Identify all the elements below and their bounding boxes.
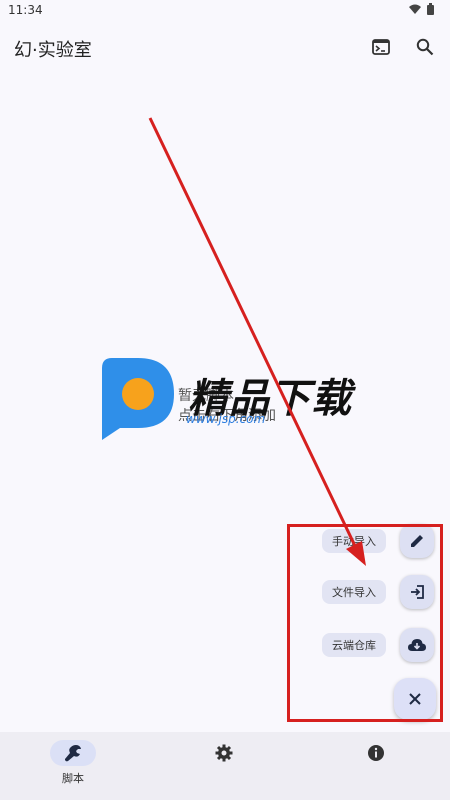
wifi-icon (409, 4, 421, 14)
terminal-icon (372, 39, 390, 55)
status-bar: 11:34 (0, 0, 450, 22)
watermark-url: www.jsp.com (186, 412, 266, 426)
nav-label-scripts: 脚本 (62, 772, 84, 785)
status-icons (409, 3, 434, 15)
search-icon (416, 38, 434, 56)
terminal-button[interactable] (370, 36, 392, 58)
nav-item-about[interactable] (326, 740, 426, 766)
annotation-highlight-box (287, 524, 443, 722)
app-bar-actions (370, 36, 436, 58)
page-title: 幻·实验室 (14, 40, 92, 61)
status-time: 11:34 (8, 3, 43, 17)
nav-pill-scripts (50, 740, 96, 766)
settings-icon (215, 744, 233, 762)
bottom-nav: 脚本 (0, 732, 450, 800)
nav-item-scripts[interactable]: 脚本 (23, 740, 123, 786)
info-icon (368, 745, 384, 761)
nav-pill-settings (201, 740, 247, 766)
watermark: 精品下载 www.jsp.com (98, 356, 358, 446)
battery-icon (427, 3, 434, 15)
search-button[interactable] (414, 36, 436, 58)
watermark-logo (102, 358, 174, 440)
nav-pill-about (353, 740, 399, 766)
nav-item-settings[interactable] (174, 740, 274, 766)
app-bar: 幻·实验室 (0, 22, 450, 74)
wrench-icon (65, 745, 81, 762)
